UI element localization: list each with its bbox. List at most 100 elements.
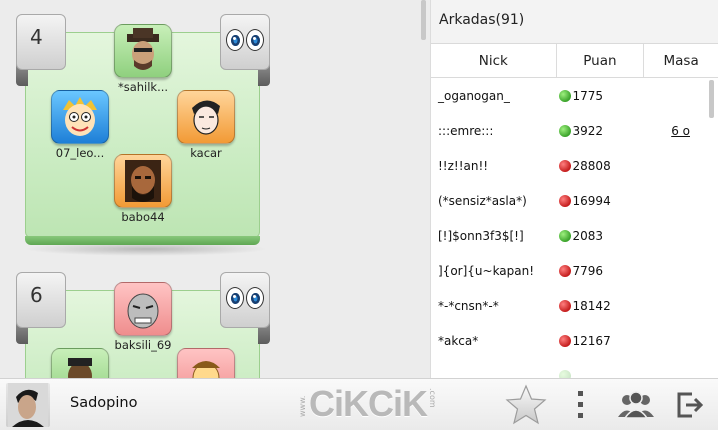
friend-score: 28808 <box>557 159 645 173</box>
logo-prefix: www. <box>298 395 307 417</box>
menu-button[interactable] <box>559 383 603 427</box>
status-dot-icon <box>558 229 571 242</box>
player-name: baksili_69 <box>114 338 172 352</box>
logo-suffix: .com <box>428 388 437 408</box>
status-dot-icon <box>558 334 571 347</box>
cikcik-logo: www. CiKCiK .com <box>298 384 437 424</box>
watch-button[interactable] <box>220 14 270 70</box>
user-photo-icon <box>8 383 48 427</box>
score-value: 7796 <box>572 263 604 278</box>
watch-button[interactable] <box>220 272 270 328</box>
column-nick[interactable]: Nick <box>431 44 557 77</box>
dark-face-icon <box>68 358 92 378</box>
cowboy-face-icon <box>127 28 159 70</box>
app-window: 4 *sahilk... 07_leo... kacar babo44 6 ba… <box>0 0 718 430</box>
sketch-face-icon <box>192 100 220 135</box>
bottom-bar: Sadopino www. CiKCiK .com <box>0 378 718 430</box>
game-table-4[interactable]: 4 *sahilk... 07_leo... kacar babo44 <box>16 14 270 256</box>
friend-nick: (*sensiz*asla*) <box>438 193 527 208</box>
lobby-scrollbar[interactable] <box>421 0 426 40</box>
seat-left[interactable] <box>50 348 110 378</box>
star-icon <box>505 384 547 425</box>
table-number: 4 <box>30 25 43 49</box>
table-number-corner: 4 <box>16 14 66 70</box>
seat-top[interactable]: *sahilk... <box>113 24 173 94</box>
logout-icon <box>677 392 704 418</box>
friend-row[interactable]: [!]$onn3f3$[!] 2083 <box>431 218 718 253</box>
player-name: kacar <box>190 146 222 160</box>
friend-table-link[interactable]: 6 o <box>644 124 718 138</box>
ogre-face-icon <box>127 293 159 329</box>
friend-row[interactable]: _oganogan_ 1775 <box>431 78 718 113</box>
status-dot-icon <box>558 124 571 137</box>
status-dot-icon <box>558 194 571 207</box>
column-masa[interactable]: Masa <box>644 44 718 77</box>
friends-button[interactable] <box>614 383 658 427</box>
friend-score: 3922 <box>557 124 645 138</box>
friend-row[interactable]: *-*cnsn*-* 18142 <box>431 288 718 323</box>
player-avatar <box>114 282 172 336</box>
score-value: 16994 <box>572 193 611 208</box>
friend-score: 7796 <box>557 264 645 278</box>
friend-nick: :::emre::: <box>438 123 494 138</box>
friend-row[interactable]: :::emre::: 3922 6 o <box>431 113 718 148</box>
player-name: *sahilk... <box>117 80 169 94</box>
status-dot-icon <box>558 264 571 277</box>
eyes-icon <box>226 29 264 53</box>
status-dot-icon <box>558 89 571 102</box>
seat-right[interactable] <box>176 348 236 378</box>
friends-column-header: Nick Puan Masa <box>431 44 718 78</box>
friend-nick: *-*cnsn*-* <box>438 298 499 313</box>
favorites-button[interactable] <box>504 383 548 427</box>
score-value: 28808 <box>572 158 611 173</box>
more-vert-icon <box>578 391 583 418</box>
friend-row[interactable]: ]{or]{u~kapan! 7796 <box>431 253 718 288</box>
seat-bottom[interactable]: babo44 <box>113 154 173 224</box>
table-number-corner: 6 <box>16 272 66 328</box>
score-value: 1775 <box>572 88 604 103</box>
status-dot-icon <box>558 299 571 312</box>
seat-left[interactable]: 07_leo... <box>50 90 110 160</box>
game-table-6[interactable]: 6 baksili_69 <box>16 272 270 378</box>
player-name: 07_leo... <box>55 146 105 160</box>
score-value: 18142 <box>572 298 611 313</box>
eyes-icon <box>226 287 264 311</box>
score-value: 12167 <box>572 333 611 348</box>
friend-nick: ]{or]{u~kapan! <box>438 263 535 278</box>
friend-score: 16994 <box>557 194 645 208</box>
logo-text: CiKCiK <box>309 383 428 424</box>
player-name: babo44 <box>121 210 165 224</box>
seat-right[interactable]: kacar <box>176 90 236 160</box>
table-edge <box>25 236 260 245</box>
friend-nick: [!]$onn3f3$[!] <box>438 228 524 243</box>
friends-header: Arkadas(91) <box>431 0 718 44</box>
friend-row[interactable]: *akca* 12167 <box>431 323 718 358</box>
friends-list[interactable]: _oganogan_ 1775:::emre::: 3922 6 o!!z!!an!!… <box>431 78 718 393</box>
player-avatar <box>51 90 109 144</box>
seat-top[interactable]: baksili_69 <box>113 282 173 352</box>
logout-button[interactable] <box>668 383 712 427</box>
friend-row[interactable]: (*sensiz*asla*) 16994 <box>431 183 718 218</box>
table-number: 6 <box>30 283 43 307</box>
bearded-face-icon <box>125 160 161 202</box>
score-value: 3922 <box>572 123 604 138</box>
cartoon-boy-icon <box>63 97 97 136</box>
friend-nick: !!z!!an!! <box>438 158 489 173</box>
friends-icon <box>618 391 654 419</box>
friend-nick: _oganogan_ <box>438 88 510 103</box>
friends-panel: Arkadas(91) Nick Puan Masa _oganogan_ 177… <box>430 0 718 382</box>
friend-score: 2083 <box>557 229 645 243</box>
cartoon-face-icon <box>192 361 220 378</box>
player-avatar <box>114 154 172 208</box>
friend-nick: *akca* <box>438 333 479 348</box>
player-avatar <box>177 348 235 378</box>
table-lobby[interactable]: 4 *sahilk... 07_leo... kacar babo44 6 ba… <box>0 0 420 378</box>
friends-scrollbar[interactable] <box>709 80 714 118</box>
player-avatar <box>51 348 109 378</box>
status-dot-icon <box>558 159 571 172</box>
column-puan[interactable]: Puan <box>557 44 645 77</box>
user-avatar[interactable] <box>6 383 50 427</box>
score-value: 2083 <box>572 228 604 243</box>
friend-row[interactable]: !!z!!an!! 28808 <box>431 148 718 183</box>
friend-score: 1775 <box>557 89 645 103</box>
